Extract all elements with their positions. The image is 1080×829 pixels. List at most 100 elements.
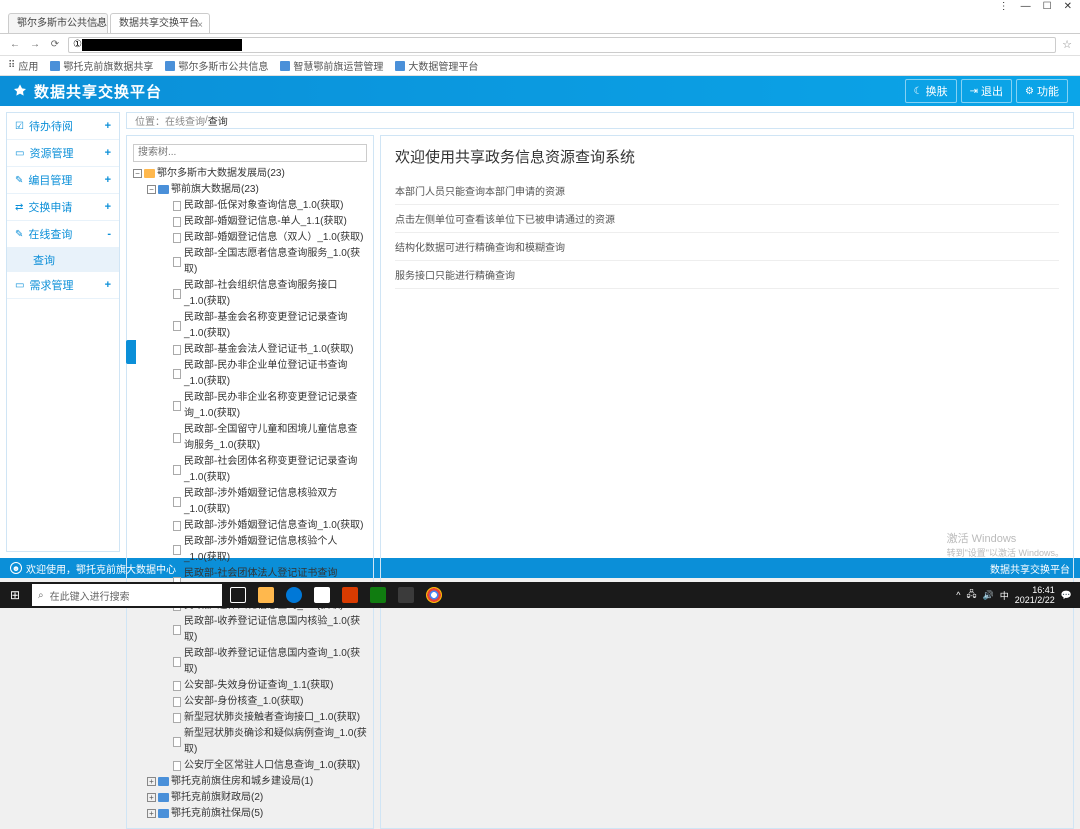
sidebar-icon: ☑ bbox=[15, 121, 24, 132]
tree-leaf[interactable]: 民政部-婚姻登记信息-单人_1.1(获取) bbox=[161, 214, 367, 230]
tree-leaf[interactable]: 民政部-涉外婚姻登记信息核验双方_1.0(获取) bbox=[161, 486, 367, 518]
expand-toggle-icon[interactable]: + bbox=[105, 279, 111, 291]
expand-toggle-icon[interactable]: - bbox=[107, 228, 111, 240]
sidebar-item[interactable]: ▭需求管理+ bbox=[7, 272, 119, 299]
window-close[interactable]: ✕ bbox=[1064, 1, 1072, 12]
tree-leaf[interactable]: 民政部-基金会法人登记证书_1.0(获取) bbox=[161, 342, 367, 358]
header-action-button[interactable]: ☾换肤 bbox=[905, 79, 957, 103]
bookmark-item[interactable]: 鄂尔多斯市公共信息 bbox=[165, 58, 268, 73]
tree-leaf[interactable]: 民政部-涉外婚姻登记信息核验个人_1.0(获取) bbox=[161, 534, 367, 566]
sidebar-item[interactable]: ▭ 资源管理 + bbox=[7, 140, 119, 167]
bookmark-item[interactable]: 鄂托克前旗数据共享 bbox=[50, 58, 153, 73]
back-button[interactable]: ← bbox=[8, 38, 22, 52]
tree-leaf[interactable]: 民政部-全国留守儿童和困境儿童信息查询服务_1.0(获取) bbox=[161, 422, 367, 454]
sidebar-icon: ▭ bbox=[15, 148, 24, 159]
chrome-icon[interactable] bbox=[420, 582, 448, 608]
tray-chevron-icon[interactable]: ^ bbox=[956, 590, 960, 600]
header-action-button[interactable]: ⚙功能 bbox=[1016, 79, 1068, 103]
tree-node[interactable]: +鄂托克前旗住房和城乡建设局(1) bbox=[147, 774, 367, 790]
file-icon bbox=[173, 737, 181, 747]
tree-leaf[interactable]: 公安厅全区常驻人口信息查询_1.0(获取) bbox=[161, 758, 367, 774]
app-icon[interactable] bbox=[364, 582, 392, 608]
tree-node[interactable]: +鄂托克前旗社保局(5) bbox=[147, 806, 367, 822]
bookmark-item[interactable]: 智慧鄂前旗运营管理 bbox=[280, 58, 383, 73]
url-input[interactable]: ① bbox=[68, 37, 1056, 53]
store-icon[interactable] bbox=[308, 582, 336, 608]
tree-node[interactable]: −鄂前旗大数据局(23) bbox=[147, 182, 367, 198]
tree-leaf[interactable]: 公安部-失效身份证查询_1.1(获取) bbox=[161, 678, 367, 694]
window-maximize[interactable]: ☐ bbox=[1043, 1, 1052, 12]
tree-leaf[interactable]: 民政部-低保对象查询信息_1.0(获取) bbox=[161, 198, 367, 214]
sidebar-subitem[interactable]: 查询 bbox=[7, 248, 119, 272]
tray-clock[interactable]: 16:41 2021/2/22 bbox=[1015, 585, 1055, 605]
sidebar-item[interactable]: ☑待办待阅+ bbox=[7, 113, 119, 140]
tray-ime[interactable]: 中 bbox=[1000, 589, 1009, 602]
app-icon[interactable] bbox=[336, 582, 364, 608]
apps-button[interactable]: ⠿ 应用 bbox=[8, 58, 38, 73]
browser-tabs: 鄂尔多斯市公共信息平台 × 数据共享交换平台 × bbox=[0, 12, 1080, 34]
tree-leaf[interactable]: 民政部-民办非企业名称变更登记记录查询_1.0(获取) bbox=[161, 390, 367, 422]
tree-leaf[interactable]: 民政部-社会组织信息查询服务接口_1.0(获取) bbox=[161, 278, 367, 310]
tree-leaf[interactable]: 公安部-身份核查_1.0(获取) bbox=[161, 694, 367, 710]
expand-toggle-icon[interactable]: + bbox=[105, 174, 111, 186]
tree-leaf[interactable]: 民政部-全国志愿者信息查询服务_1.0(获取) bbox=[161, 246, 367, 278]
tree-leaf-label: 民政部-社会组织信息查询服务接口_1.0(获取) bbox=[184, 278, 367, 310]
app-header: 数据共享交换平台 ☾换肤⇥退出⚙功能 bbox=[0, 76, 1080, 106]
tree-leaf[interactable]: 民政部-社会团体名称变更登记记录查询_1.0(获取) bbox=[161, 454, 367, 486]
expand-toggle-icon[interactable]: + bbox=[105, 147, 111, 159]
tree-leaf[interactable]: 民政部-收养登记证信息国内核验_1.0(获取) bbox=[161, 614, 367, 646]
window-minimize[interactable]: — bbox=[1021, 1, 1031, 12]
collapse-icon[interactable]: − bbox=[147, 185, 156, 194]
task-view-icon[interactable] bbox=[224, 582, 252, 608]
reload-button[interactable]: ⟳ bbox=[48, 38, 62, 52]
tray-network-icon[interactable]: 🖧 bbox=[966, 587, 976, 603]
breadcrumb-path[interactable]: 在线查询 bbox=[165, 113, 205, 128]
edge-icon[interactable] bbox=[280, 582, 308, 608]
sidebar-collapse-handle[interactable] bbox=[126, 340, 136, 364]
forward-button[interactable]: → bbox=[28, 38, 42, 52]
file-icon bbox=[173, 657, 181, 667]
tree-leaf-label: 新型冠状肺炎确诊和疑似病例查询_1.0(获取) bbox=[184, 726, 367, 758]
tree-leaf[interactable]: 新型冠状肺炎确诊和疑似病例查询_1.0(获取) bbox=[161, 726, 367, 758]
app-logo: 数据共享交换平台 bbox=[12, 81, 162, 102]
expand-toggle-icon[interactable]: + bbox=[105, 201, 111, 213]
sidebar-item[interactable]: ✎编目管理+ bbox=[7, 167, 119, 194]
sidebar-item[interactable]: ✎在线查询- bbox=[7, 221, 119, 248]
file-icon bbox=[173, 201, 181, 211]
explorer-icon[interactable] bbox=[252, 582, 280, 608]
expand-icon[interactable]: + bbox=[147, 809, 156, 818]
notification-icon[interactable]: 💬 bbox=[1061, 590, 1072, 601]
close-icon[interactable]: × bbox=[95, 16, 101, 33]
start-button[interactable]: ⊞ bbox=[0, 582, 30, 608]
file-icon bbox=[173, 217, 181, 227]
expand-toggle-icon[interactable]: + bbox=[105, 120, 111, 132]
tree-leaf[interactable]: 民政部-收养登记证信息国内查询_1.0(获取) bbox=[161, 646, 367, 678]
browser-tab[interactable]: 数据共享交换平台 × bbox=[110, 13, 210, 33]
collapse-icon[interactable]: − bbox=[133, 169, 142, 178]
breadcrumb-current: 查询 bbox=[208, 113, 228, 128]
tree-leaf[interactable]: 民政部-民办非企业单位登记证书查询_1.0(获取) bbox=[161, 358, 367, 390]
tree-node[interactable]: +鄂托克前旗财政局(2) bbox=[147, 790, 367, 806]
expand-icon[interactable]: + bbox=[147, 777, 156, 786]
bookmark-item[interactable]: 大数据管理平台 bbox=[395, 58, 478, 73]
expand-icon[interactable]: + bbox=[147, 793, 156, 802]
close-icon[interactable]: × bbox=[197, 16, 203, 33]
sidebar-item[interactable]: ⇄交换申请+ bbox=[7, 194, 119, 221]
browser-tab[interactable]: 鄂尔多斯市公共信息平台 × bbox=[8, 13, 108, 33]
sidebar-label: 资源管理 bbox=[29, 145, 73, 161]
tree-leaf[interactable]: 新型冠状肺炎接触者查询接口_1.0(获取) bbox=[161, 710, 367, 726]
action-icon: ⚙ bbox=[1025, 86, 1034, 97]
tray-volume-icon[interactable]: 🔊 bbox=[983, 590, 994, 601]
tree-search-input[interactable] bbox=[133, 144, 367, 162]
tree-leaf[interactable]: 民政部-基金会名称变更登记记录查询_1.0(获取) bbox=[161, 310, 367, 342]
tree-node[interactable]: −鄂尔多斯市大数据发展局(23) bbox=[133, 166, 367, 182]
taskbar-search[interactable]: ⌕ 在此键入进行搜索 bbox=[32, 584, 222, 606]
taskbar-search-placeholder: 在此键入进行搜索 bbox=[50, 588, 130, 603]
settings-icon[interactable]: ⋮ bbox=[999, 1, 1009, 12]
header-action-button[interactable]: ⇥退出 bbox=[961, 79, 1012, 103]
tree-leaf[interactable]: 民政部-涉外婚姻登记信息查询_1.0(获取) bbox=[161, 518, 367, 534]
tree-leaf[interactable]: 民政部-婚姻登记信息（双人）_1.0(获取) bbox=[161, 230, 367, 246]
bookmark-label: 鄂托克前旗数据共享 bbox=[63, 58, 153, 73]
bookmark-star-icon[interactable]: ☆ bbox=[1062, 38, 1072, 51]
app-icon[interactable] bbox=[392, 582, 420, 608]
